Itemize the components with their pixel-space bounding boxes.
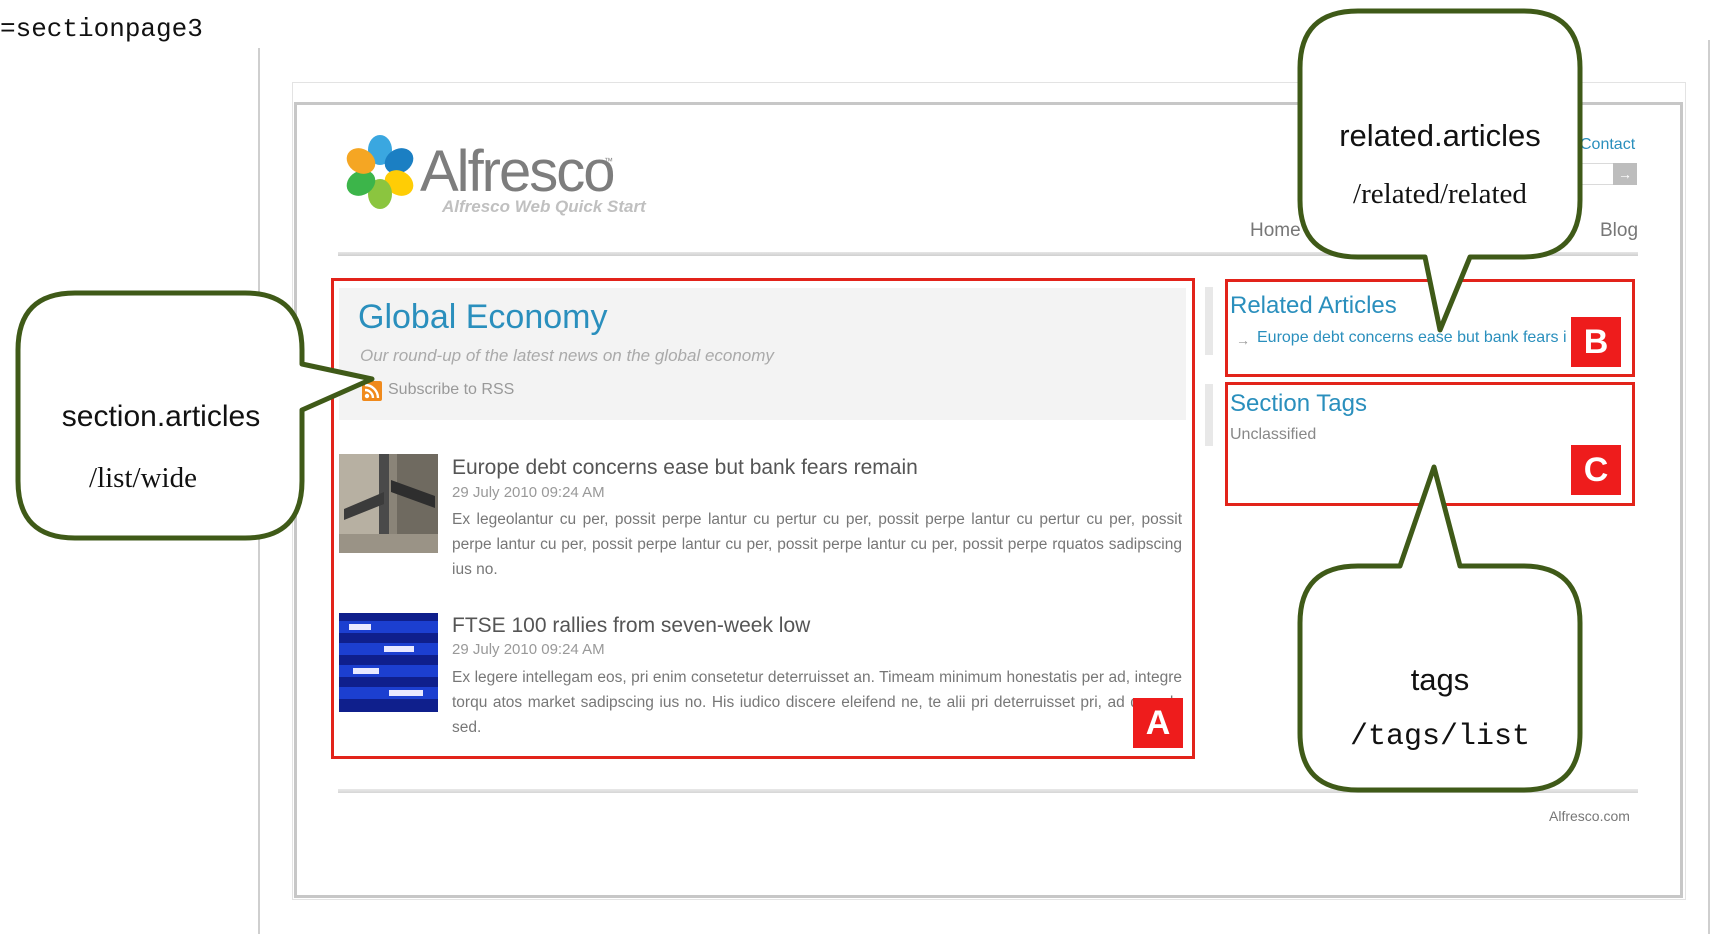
tags-callout-name: tags [1410,662,1470,697]
tags-callout-path: /tags/list [1349,720,1531,754]
related-callout [1297,8,1583,333]
section-callout-path: /list/wide [89,462,197,494]
related-callout-path: /related/related [1353,178,1527,210]
section-callout-name: section.articles [61,400,261,433]
related-callout-name: related.articles [1339,118,1541,153]
